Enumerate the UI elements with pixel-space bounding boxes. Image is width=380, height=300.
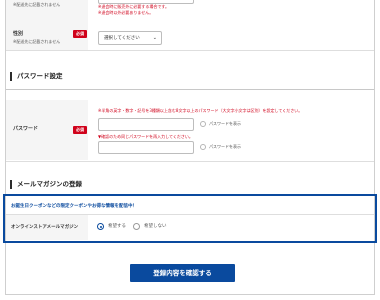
divider [6,161,374,162]
top-input-edge[interactable] [98,0,194,4]
password-label: パスワード [13,126,39,132]
newsletter-promo: お誕生日クーポンなどの限定クーポンやお得な情報を配信中！ [11,204,137,209]
password-confirm-note: ▼確認のため同じパスワードを再入力してください。 [98,134,193,139]
newsletter-no-radio[interactable] [133,223,140,230]
newsletter-label: オンラインストアメールマガジン [11,225,79,230]
gender-sub-note: ※配送先に記載されません [13,39,61,44]
gender-select[interactable]: 選択してください ⌄ [98,31,162,45]
password-input[interactable] [98,118,194,131]
divider [6,50,374,51]
newsletter-section-title: メールマガジンの登録 [10,180,82,189]
show-password-confirm-toggle[interactable] [200,144,206,150]
newsletter-no-label: 希望しない [144,224,167,229]
newsletter-yes-radio[interactable] [97,223,104,230]
gender-select-value: 選択してください [104,36,140,41]
password-section-title: パスワード設定 [10,72,63,81]
submit-button[interactable]: 登録内容を確認する [130,264,235,282]
top-note: ※配送先に記載されません [13,2,61,7]
gender-required-badge: 必須 [73,30,87,38]
newsletter-yes-label: 希望する [108,224,126,229]
show-password-label: パスワードを表示 [209,121,241,126]
chevron-down-icon: ⌄ [152,35,157,41]
show-password-confirm-label: パスワードを表示 [209,144,241,149]
divider [6,89,374,90]
top-red-note: ※退会時に販売外に必要する場合です。 ※退会時以外必要ありません。 [98,4,169,15]
gender-label: 性別 [13,31,24,37]
password-required-badge: 必須 [73,126,87,134]
password-note: ※半角の英字・数字・記号を3種類以上含む8文字以上のパスワード（大文字小文字は区… [98,108,303,113]
show-password-toggle[interactable] [200,121,206,127]
password-confirm-input[interactable] [98,141,194,154]
